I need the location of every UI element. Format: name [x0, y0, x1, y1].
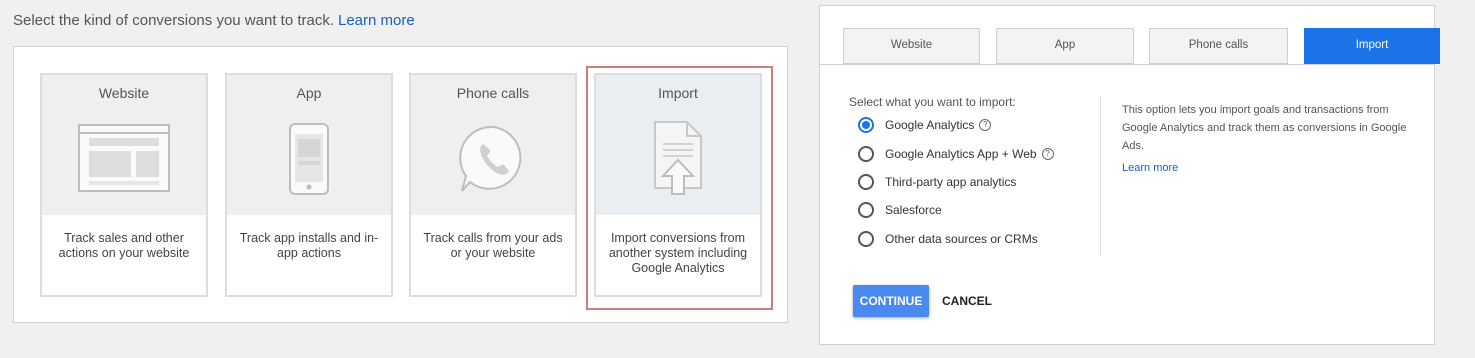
import-source-label: Select what you want to import:: [849, 95, 1016, 109]
info-learn-more-link[interactable]: Learn more: [1122, 162, 1178, 174]
option-label: Salesforce: [885, 203, 942, 217]
heading-text: Select the kind of conversions you want …: [13, 12, 334, 29]
card-phone-calls[interactable]: Phone calls Track calls from your ads or…: [409, 73, 577, 297]
page-heading: Select the kind of conversions you want …: [13, 12, 415, 29]
phone-bubble-icon: [411, 119, 575, 199]
option-description: This option lets you import goals and tr…: [1122, 104, 1407, 152]
card-website[interactable]: Website Track sales and other actions on…: [40, 73, 208, 297]
option-label: Google Analytics: [885, 118, 975, 132]
import-document-icon: [596, 119, 760, 199]
option-google-analytics-app-web[interactable]: Google Analytics App + Web ?: [858, 145, 1054, 163]
learn-more-link[interactable]: Learn more: [338, 12, 415, 29]
tab-phone-calls[interactable]: Phone calls: [1149, 28, 1288, 64]
vertical-divider: [1100, 96, 1101, 256]
option-google-analytics[interactable]: Google Analytics ?: [858, 116, 992, 134]
card-title: App: [296, 85, 322, 101]
option-label: Other data sources or CRMs: [885, 232, 1038, 246]
tab-divider: [820, 64, 1434, 65]
card-description: Track app installs and in-app actions: [239, 231, 379, 260]
radio-icon[interactable]: [858, 146, 874, 162]
card-description: Track sales and other actions on your we…: [58, 231, 190, 260]
tab-app[interactable]: App: [996, 28, 1134, 64]
help-icon[interactable]: ?: [1041, 148, 1054, 160]
option-label: Third-party app analytics: [885, 175, 1017, 189]
option-label: Google Analytics App + Web: [885, 147, 1037, 161]
radio-icon[interactable]: [858, 231, 874, 247]
card-app[interactable]: App Track app installs and in-app action…: [225, 73, 393, 297]
card-title: Phone calls: [456, 85, 530, 101]
card-title: Import: [658, 85, 698, 101]
radio-selected-icon[interactable]: [858, 117, 874, 133]
tab-website[interactable]: Website: [843, 28, 980, 64]
cancel-button[interactable]: CANCEL: [933, 285, 1001, 317]
card-description: Import conversions from another system i…: [608, 231, 748, 275]
option-other-data-sources[interactable]: Other data sources or CRMs: [858, 230, 1038, 248]
card-title: Website: [98, 85, 150, 101]
option-salesforce[interactable]: Salesforce: [858, 201, 942, 219]
continue-button[interactable]: CONTINUE: [853, 285, 929, 317]
radio-icon[interactable]: [858, 174, 874, 190]
tab-import[interactable]: Import: [1304, 28, 1440, 64]
card-import[interactable]: Import Import conversions from another s…: [594, 73, 762, 297]
conversion-type-panel: Website Track sales and other actions on…: [13, 46, 788, 323]
card-description: Track calls from your ads or your websit…: [423, 231, 563, 260]
help-icon[interactable]: ?: [979, 119, 992, 131]
website-illustration-icon: [42, 119, 206, 199]
option-third-party-app-analytics[interactable]: Third-party app analytics: [858, 173, 1016, 191]
radio-icon[interactable]: [858, 202, 874, 218]
import-dialog: Website App Phone calls Import Select wh…: [819, 5, 1440, 345]
mobile-phone-icon: [227, 119, 391, 199]
